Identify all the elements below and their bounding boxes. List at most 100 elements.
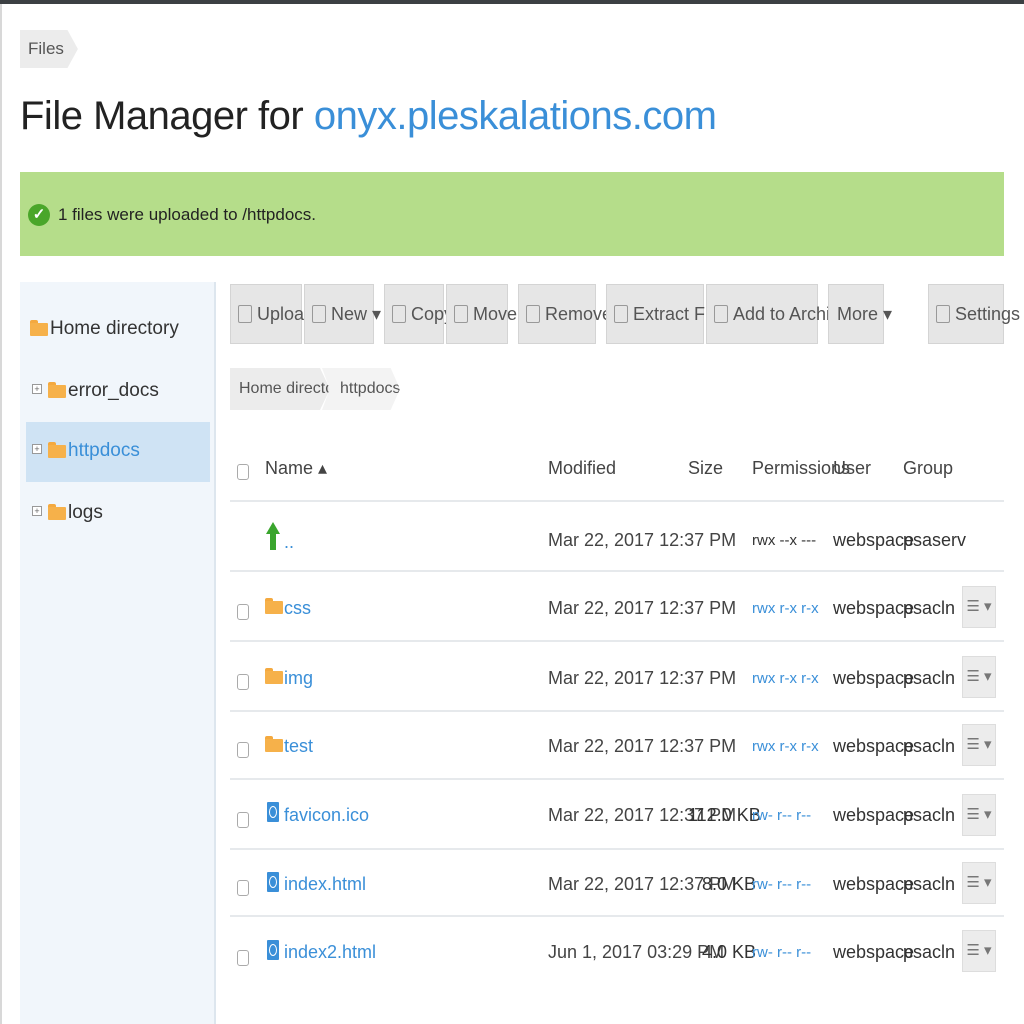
file-permissions-link[interactable]: rw- r-- r-- bbox=[752, 807, 811, 824]
row-checkbox[interactable] bbox=[237, 742, 249, 758]
html-file-icon bbox=[267, 940, 279, 960]
row-divider bbox=[230, 640, 1004, 642]
move-arrow-icon bbox=[454, 305, 468, 323]
upload-icon bbox=[238, 305, 252, 323]
column-header-user[interactable]: User bbox=[833, 458, 871, 479]
file-group: psaserv bbox=[903, 530, 967, 550]
copy-button[interactable]: Copy bbox=[384, 284, 453, 344]
row-menu-button[interactable]: ☰ ▾ bbox=[962, 724, 996, 766]
tree-item-label: httpdocs bbox=[68, 440, 140, 461]
file-permissions-link[interactable]: rwx r-x r-x bbox=[752, 600, 819, 617]
tree-item-error-docs[interactable]: + error_docs bbox=[26, 362, 210, 422]
row-menu-button[interactable]: ☰ ▾ bbox=[962, 794, 996, 836]
image-file-icon bbox=[267, 802, 279, 822]
tree-item-home-directory[interactable]: Home directory bbox=[26, 300, 210, 360]
plus-icon bbox=[312, 305, 326, 323]
upload-button[interactable]: Upload bbox=[230, 284, 314, 344]
new-button[interactable]: New ▾ bbox=[304, 284, 381, 344]
column-header-group[interactable]: Group bbox=[903, 458, 953, 479]
file-user: webspace bbox=[833, 874, 915, 894]
tree-item-logs[interactable]: + logs bbox=[26, 484, 210, 544]
new-label: New ▾ bbox=[331, 304, 382, 324]
file-permissions-link[interactable]: rw- r-- r-- bbox=[752, 876, 811, 893]
row-checkbox[interactable] bbox=[237, 674, 249, 690]
extract-files-button[interactable]: Extract Files bbox=[606, 284, 732, 344]
tree-item-label: logs bbox=[68, 502, 103, 523]
remove-button[interactable]: Remove bbox=[518, 284, 612, 344]
path-crumb-home[interactable]: Home directory bbox=[230, 368, 330, 410]
file-name-link[interactable]: test bbox=[284, 736, 313, 757]
file-size: 112.0 KB bbox=[688, 805, 761, 825]
row-divider bbox=[230, 778, 1004, 780]
row-divider bbox=[230, 915, 1004, 917]
html-file-icon bbox=[267, 872, 279, 892]
file-size: 8.0 KB bbox=[702, 874, 757, 894]
expand-icon[interactable]: + bbox=[32, 384, 42, 394]
file-group: psacln bbox=[903, 598, 956, 618]
settings-icon bbox=[936, 305, 950, 323]
up-arrow-icon bbox=[266, 522, 280, 552]
file-permissions-link[interactable]: rw- r-- r-- bbox=[752, 944, 811, 961]
file-name-link[interactable]: img bbox=[284, 668, 313, 689]
file-permissions-link[interactable]: rwx r-x r-x bbox=[752, 670, 819, 687]
file-name-link[interactable]: css bbox=[284, 598, 311, 619]
row-checkbox[interactable] bbox=[237, 950, 249, 966]
top-bar bbox=[0, 0, 1024, 4]
more-label: More ▾ bbox=[837, 304, 893, 324]
tree-item-httpdocs[interactable]: + httpdocs bbox=[26, 422, 210, 482]
expand-icon[interactable]: + bbox=[32, 444, 42, 454]
file-group: psacln bbox=[903, 668, 956, 688]
folder-icon bbox=[265, 736, 283, 752]
file-group: psacln bbox=[903, 942, 956, 962]
upload-success-alert: ✓ 1 files were uploaded to /httpdocs. bbox=[20, 172, 1004, 256]
file-name-link[interactable]: index.html bbox=[284, 874, 366, 895]
file-group: psacln bbox=[903, 736, 956, 756]
file-name-link[interactable]: favicon.ico bbox=[284, 805, 369, 826]
file-name-link[interactable]: index2.html bbox=[284, 942, 376, 963]
breadcrumb-files[interactable]: Files bbox=[20, 30, 78, 68]
folder-icon bbox=[265, 668, 283, 684]
file-modified: Mar 22, 2017 12:37 PM bbox=[548, 598, 737, 618]
file-user: webspace bbox=[833, 805, 915, 825]
page-title: File Manager for onyx.pleskalations.com bbox=[20, 94, 717, 139]
file-user: webspace bbox=[833, 736, 915, 756]
row-menu-button[interactable]: ☰ ▾ bbox=[962, 586, 996, 628]
file-name-link[interactable]: .. bbox=[284, 532, 294, 553]
row-divider bbox=[230, 710, 1004, 712]
file-user: webspace bbox=[833, 598, 915, 618]
folder-icon bbox=[48, 504, 66, 520]
file-modified: Jun 1, 2017 03:29 PM bbox=[548, 942, 725, 962]
left-edge bbox=[0, 4, 2, 1024]
alert-message: 1 files were uploaded to /httpdocs. bbox=[58, 205, 316, 224]
move-label: Move bbox=[473, 304, 518, 324]
folder-icon bbox=[30, 320, 48, 336]
add-to-archive-button[interactable]: Add to Archive bbox=[706, 284, 849, 344]
column-header-name[interactable]: Name ▴ bbox=[265, 458, 327, 479]
extract-icon bbox=[614, 305, 628, 323]
settings-button[interactable]: Settings bbox=[928, 284, 1020, 344]
row-menu-button[interactable]: ☰ ▾ bbox=[962, 862, 996, 904]
file-group: psacln bbox=[903, 805, 956, 825]
row-checkbox[interactable] bbox=[237, 604, 249, 620]
file-user: webspace bbox=[833, 942, 915, 962]
page-title-domain-link[interactable]: onyx.pleskalations.com bbox=[314, 94, 717, 138]
copy-icon bbox=[392, 305, 406, 323]
column-header-modified[interactable]: Modified bbox=[548, 458, 616, 479]
file-permissions-link[interactable]: rwx r-x r-x bbox=[752, 738, 819, 755]
file-permissions: rwx --x --- bbox=[752, 532, 817, 549]
expand-icon[interactable]: + bbox=[32, 506, 42, 516]
more-button[interactable]: More ▾ bbox=[828, 284, 892, 344]
path-crumb-current[interactable]: httpdocs bbox=[322, 368, 400, 410]
row-checkbox[interactable] bbox=[237, 812, 249, 828]
move-button[interactable]: Move bbox=[446, 284, 517, 344]
file-group: psacln bbox=[903, 874, 956, 894]
file-modified: Mar 22, 2017 12:37 PM bbox=[548, 530, 737, 550]
row-divider bbox=[230, 500, 1004, 502]
select-all-checkbox[interactable] bbox=[237, 464, 249, 480]
row-checkbox[interactable] bbox=[237, 880, 249, 896]
row-divider bbox=[230, 848, 1004, 850]
row-menu-button[interactable]: ☰ ▾ bbox=[962, 930, 996, 972]
column-header-size[interactable]: Size bbox=[688, 458, 723, 479]
row-menu-button[interactable]: ☰ ▾ bbox=[962, 656, 996, 698]
checkmark-icon: ✓ bbox=[28, 204, 50, 226]
